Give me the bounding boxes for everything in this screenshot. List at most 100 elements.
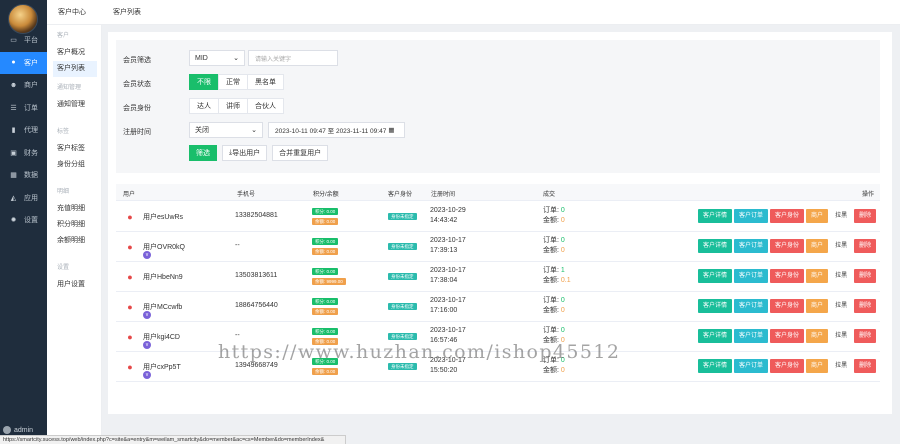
export-users-button[interactable]: ⤓ 导出用户 <box>222 145 268 161</box>
merchant-button[interactable]: 商户 <box>806 299 829 313</box>
customer-detail-button[interactable]: 客户详情 <box>698 299 733 313</box>
merge-duplicates-button[interactable]: 合并重复用户 <box>272 145 329 161</box>
identity-badge: 身份未指定 <box>388 363 417 370</box>
blacklist-button[interactable]: 拉黑 <box>830 299 852 313</box>
vip-badge-icon: v <box>143 251 151 259</box>
nav-label: 平台 <box>24 37 38 45</box>
register-date: 2023-10-17 <box>430 357 466 364</box>
customer-detail-button[interactable]: 客户详情 <box>698 209 733 223</box>
status-option-normal[interactable]: 正常 <box>218 74 248 90</box>
blacklist-button[interactable]: 拉黑 <box>830 269 852 283</box>
blacklist-button[interactable]: 拉黑 <box>830 209 852 223</box>
breadcrumb-customer-list[interactable]: 客户列表 <box>113 7 141 17</box>
blacklist-button[interactable]: 拉黑 <box>830 239 852 253</box>
status-option-blacklist[interactable]: 黑名单 <box>247 74 284 90</box>
sub-item-tags[interactable]: 客户标签 <box>47 141 101 157</box>
customer-orders-button[interactable]: 客户订单 <box>734 239 769 253</box>
breadcrumb-customer-center[interactable]: 客户中心 <box>58 7 86 17</box>
customer-identity-button[interactable]: 客户身份 <box>770 209 805 223</box>
sub-item-notify[interactable]: 通知管理 <box>47 97 101 113</box>
identity-option-partner[interactable]: 合伙人 <box>247 98 284 114</box>
sub-item-points[interactable]: 积分明细 <box>47 217 101 233</box>
merchant-button[interactable]: 商户 <box>806 209 829 223</box>
merchant-button[interactable]: 商户 <box>806 359 829 373</box>
points-badge: 积分: 0.00 <box>312 268 339 275</box>
customer-detail-button[interactable]: 客户详情 <box>698 239 733 253</box>
users-icon: ☻ <box>9 81 18 89</box>
amount-label: 金额: <box>543 307 559 314</box>
customer-identity-button[interactable]: 客户身份 <box>770 239 805 253</box>
merchant-button[interactable]: 商户 <box>806 239 829 253</box>
nav-item-apps[interactable]: ◭ 应用 <box>0 187 47 210</box>
merchant-button[interactable]: 商户 <box>806 269 829 283</box>
sidebar-user[interactable]: admin <box>3 426 33 434</box>
delete-button[interactable]: 删除 <box>854 299 877 313</box>
nav-item-platform[interactable]: ▭ 平台 <box>0 29 47 52</box>
member-filter-value: MID <box>195 54 208 62</box>
sub-item-customer-list[interactable]: 客户列表 <box>53 61 97 77</box>
nav-item-agent[interactable]: ▮ 代理 <box>0 119 47 142</box>
delete-button[interactable]: 删除 <box>854 239 877 253</box>
order-label: 订单: <box>543 327 559 334</box>
deal-info: 订单: 0 金额: 0 <box>543 296 565 316</box>
delete-button[interactable]: 删除 <box>854 359 877 373</box>
customer-identity-button[interactable]: 客户身份 <box>770 299 805 313</box>
calendar-icon: ▦ <box>388 127 395 134</box>
customer-orders-button[interactable]: 客户订单 <box>734 209 769 223</box>
status-label: 会员状态 <box>123 81 151 88</box>
customer-orders-button[interactable]: 客户订单 <box>734 329 769 343</box>
customer-identity-button[interactable]: 客户身份 <box>770 269 805 283</box>
sub-item-identity-group[interactable]: 身份分组 <box>47 157 101 173</box>
time-select[interactable]: 关闭 ⌄ <box>189 122 263 138</box>
customer-identity-button[interactable]: 客户身份 <box>770 359 805 373</box>
merchant-button[interactable]: 商户 <box>806 329 829 343</box>
sub-item-balance[interactable]: 余额明细 <box>47 233 101 249</box>
order-count: 0 <box>560 207 565 214</box>
identity-badge: 身份未指定 <box>388 333 417 340</box>
user-name[interactable]: 用户HbeNn9 <box>143 272 183 282</box>
customer-detail-button[interactable]: 客户详情 <box>698 359 733 373</box>
nav-item-finance[interactable]: ▣ 财务 <box>0 142 47 165</box>
identity-option-lecturer[interactable]: 讲师 <box>218 98 248 114</box>
user-icon: ● <box>127 242 133 252</box>
vip-badge-icon: v <box>143 341 151 349</box>
amount-label: 金额: <box>543 367 559 374</box>
sub-item-recharge[interactable]: 充值明细 <box>47 201 101 217</box>
nav-item-data[interactable]: ▦ 数据 <box>0 164 47 187</box>
user-name[interactable]: 用户esUwRs <box>143 212 183 222</box>
customer-orders-button[interactable]: 客户订单 <box>734 299 769 313</box>
delete-button[interactable]: 删除 <box>854 329 877 343</box>
sub-item-user-settings[interactable]: 用户设置 <box>47 277 101 293</box>
member-filter-select[interactable]: MID ⌄ <box>189 50 245 66</box>
main-sidebar: ▭ 平台 ● 客户 ☻ 商户 ☰ 订单 ▮ 代理 ▣ 财务 ▦ 数据 ◭ 应用 ✹ 设置 admi… <box>0 0 47 444</box>
sub-item-overview[interactable]: 客户概况 <box>47 45 101 61</box>
order-count: 0 <box>560 327 565 334</box>
customer-detail-button[interactable]: 客户详情 <box>698 269 733 283</box>
blacklist-button[interactable]: 拉黑 <box>830 329 852 343</box>
blacklist-button[interactable]: 拉黑 <box>830 359 852 373</box>
filter-button[interactable]: 筛选 <box>189 145 217 161</box>
user-phone: 13382504881 <box>235 212 278 219</box>
customer-identity-button[interactable]: 客户身份 <box>770 329 805 343</box>
sub-section-title: 设置 <box>57 265 70 271</box>
identity-option-talent[interactable]: 达人 <box>189 98 219 114</box>
identity-badge: 身份未指定 <box>388 273 417 280</box>
customer-orders-button[interactable]: 客户订单 <box>734 269 769 283</box>
nav-item-customer[interactable]: ● 客户 <box>0 51 47 74</box>
register-clock: 17:39:13 <box>430 247 458 254</box>
status-option-any[interactable]: 不限 <box>189 74 219 90</box>
nav-item-orders[interactable]: ☰ 订单 <box>0 97 47 120</box>
user-name[interactable]: 用户OVR0kQ <box>143 242 185 252</box>
customer-orders-button[interactable]: 客户订单 <box>734 359 769 373</box>
col-points: 积分/余额 <box>313 192 339 198</box>
nav-label: 应用 <box>24 194 38 202</box>
date-range-input[interactable]: 2023-10-11 09:47 至 2023-11-11 09:47 ▦ <box>268 122 405 138</box>
nav-item-settings[interactable]: ✹ 设置 <box>0 209 47 232</box>
delete-button[interactable]: 删除 <box>854 269 877 283</box>
keyword-input[interactable]: 请输入关键字 <box>248 50 338 66</box>
customer-detail-button[interactable]: 客户详情 <box>698 329 733 343</box>
register-time: 2023-10-17 17:16:00 <box>430 296 466 316</box>
delete-button[interactable]: 删除 <box>854 209 877 223</box>
nav-item-merchant[interactable]: ☻ 商户 <box>0 74 47 97</box>
amount-value: 0 <box>560 217 565 224</box>
